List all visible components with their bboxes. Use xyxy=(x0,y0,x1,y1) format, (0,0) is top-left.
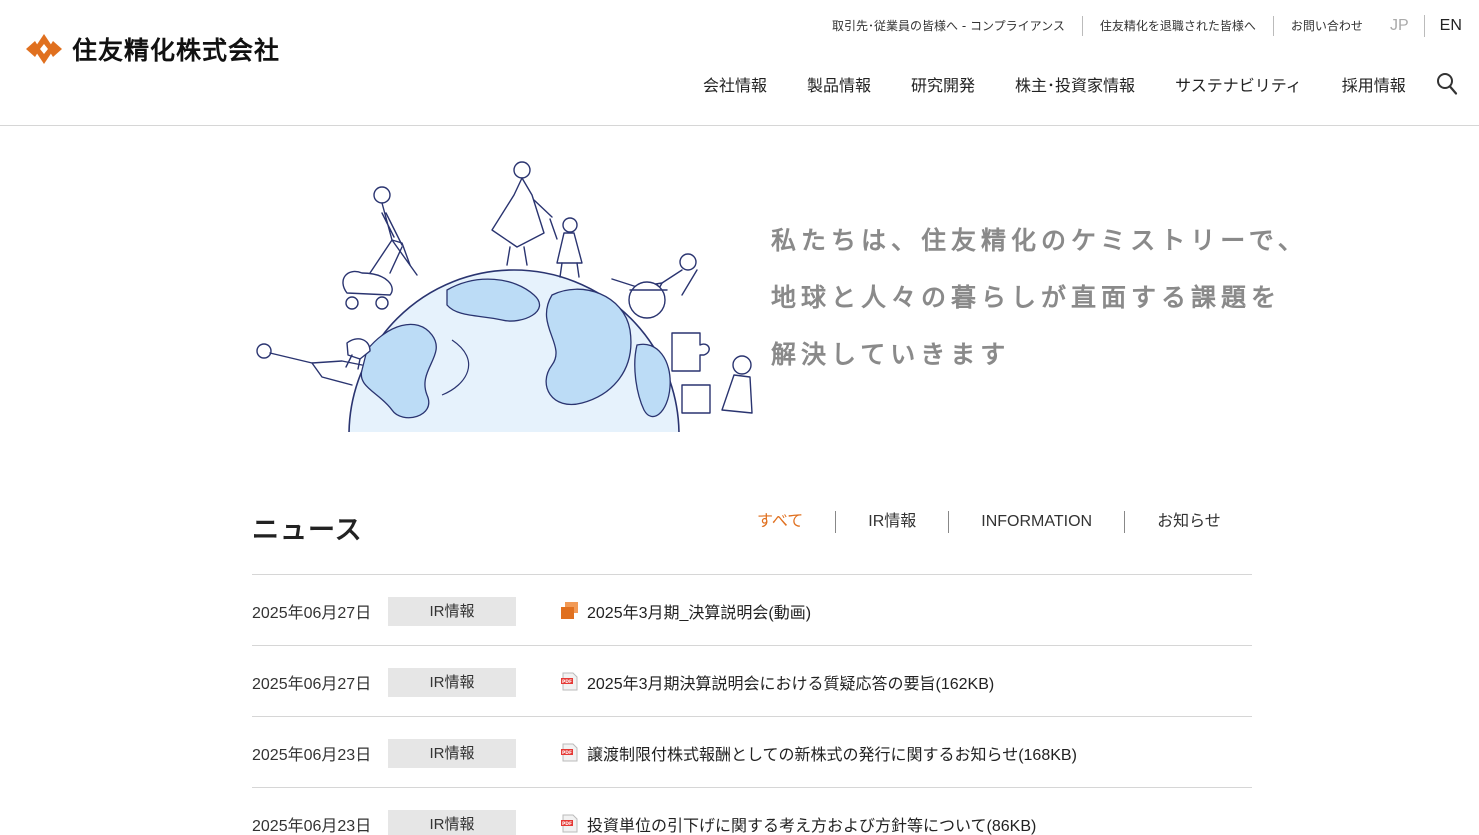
util-link-contact[interactable]: お問い合わせ xyxy=(1274,16,1380,36)
news-date: 2025年06月23日 xyxy=(252,818,372,835)
news-item: 2025年06月27日 IR情報 PDF 2025年3月期決算説明会における質疑… xyxy=(252,646,1252,717)
nav-item-company[interactable]: 会社情報 xyxy=(683,74,787,98)
nav-item-products[interactable]: 製品情報 xyxy=(787,74,891,98)
lang-jp-link[interactable]: JP xyxy=(1375,14,1424,38)
logo-text: 住友精化株式会社 xyxy=(72,36,281,65)
main-nav: 会社情報 製品情報 研究開発 株主･投資家情報 サステナビリティ 採用情報 xyxy=(683,74,1426,98)
hero-tagline: 私たちは、住友精化のケミストリーで、 地球と人々の暮らしが直面する課題を 解決し… xyxy=(771,212,1308,383)
nav-item-recruit[interactable]: 採用情報 xyxy=(1322,74,1426,98)
globe-people-illustration xyxy=(256,161,753,432)
site-header: 住友精化株式会社 取引先･従業員の皆様へ - コンプライアンス 住友精化を退職さ… xyxy=(0,0,1479,126)
tab-all[interactable]: すべて xyxy=(725,510,835,534)
svg-text:PDF: PDF xyxy=(562,679,572,685)
news-category-badge: IR情報 xyxy=(388,810,516,835)
tab-information[interactable]: INFORMATION xyxy=(949,510,1124,534)
news-title-link[interactable]: 譲渡制限付株式報酬としての新株式の発行に関するお知らせ(168KB) xyxy=(587,741,1077,765)
nav-item-sustainability[interactable]: サステナビリティ xyxy=(1155,74,1322,98)
news-date: 2025年06月27日 xyxy=(252,676,372,693)
hero-illustration xyxy=(252,155,757,432)
news-heading: ニュース xyxy=(252,515,363,546)
pdf-icon: PDF xyxy=(561,743,578,762)
news-date: 2025年06月23日 xyxy=(252,747,372,764)
news-item: 2025年06月27日 IR情報 2025年3月期_決算説明会(動画) xyxy=(252,575,1252,646)
nav-item-ir[interactable]: 株主･投資家情報 xyxy=(995,74,1155,98)
search-button[interactable] xyxy=(1435,72,1459,98)
video-icon xyxy=(561,602,578,619)
news-item: 2025年06月23日 IR情報 PDF 投資単位の引下げに関する考え方および方… xyxy=(252,788,1252,835)
tab-ir[interactable]: IR情報 xyxy=(836,510,948,534)
svg-text:PDF: PDF xyxy=(562,750,572,756)
util-link-compliance[interactable]: 取引先･従業員の皆様へ - コンプライアンス xyxy=(815,16,1082,36)
utility-nav: 取引先･従業員の皆様へ - コンプライアンス 住友精化を退職された皆様へ お問い… xyxy=(815,16,1380,36)
svg-text:PDF: PDF xyxy=(562,821,572,827)
language-switcher: JP EN xyxy=(1375,14,1477,38)
logo-link[interactable]: 住友精化株式会社 xyxy=(24,31,280,67)
nav-item-rd[interactable]: 研究開発 xyxy=(891,74,995,98)
news-date: 2025年06月27日 xyxy=(252,605,372,622)
news-item: 2025年06月23日 IR情報 PDF 譲渡制限付株式報酬としての新株式の発行… xyxy=(252,717,1252,788)
news-category-badge: IR情報 xyxy=(388,739,516,768)
tab-notices[interactable]: お知らせ xyxy=(1125,510,1253,534)
logo-mark-icon xyxy=(26,34,62,64)
news-title-link[interactable]: 投資単位の引下げに関する考え方および方針等について(86KB) xyxy=(587,812,1036,835)
hero-tagline-line: 解決していきます xyxy=(771,340,1011,369)
news-category-badge: IR情報 xyxy=(388,597,516,626)
hero-tagline-line: 地球と人々の暮らしが直面する課題を xyxy=(771,283,1282,312)
news-filter-tabs: すべて IR情報 INFORMATION お知らせ xyxy=(725,510,1253,534)
hero-tagline-line: 私たちは、住友精化のケミストリーで、 xyxy=(771,226,1308,255)
news-title-link[interactable]: 2025年3月期決算説明会における質疑応答の要旨(162KB) xyxy=(587,670,994,694)
pdf-icon: PDF xyxy=(561,814,578,833)
lang-en-link[interactable]: EN xyxy=(1425,14,1477,38)
search-icon xyxy=(1437,73,1458,95)
pdf-icon: PDF xyxy=(561,672,578,691)
util-link-retirees[interactable]: 住友精化を退職された皆様へ xyxy=(1083,16,1273,36)
news-category-badge: IR情報 xyxy=(388,668,516,697)
news-list: 2025年06月27日 IR情報 2025年3月期_決算説明会(動画) 2025… xyxy=(252,574,1252,835)
news-title-link[interactable]: 2025年3月期_決算説明会(動画) xyxy=(587,599,811,623)
